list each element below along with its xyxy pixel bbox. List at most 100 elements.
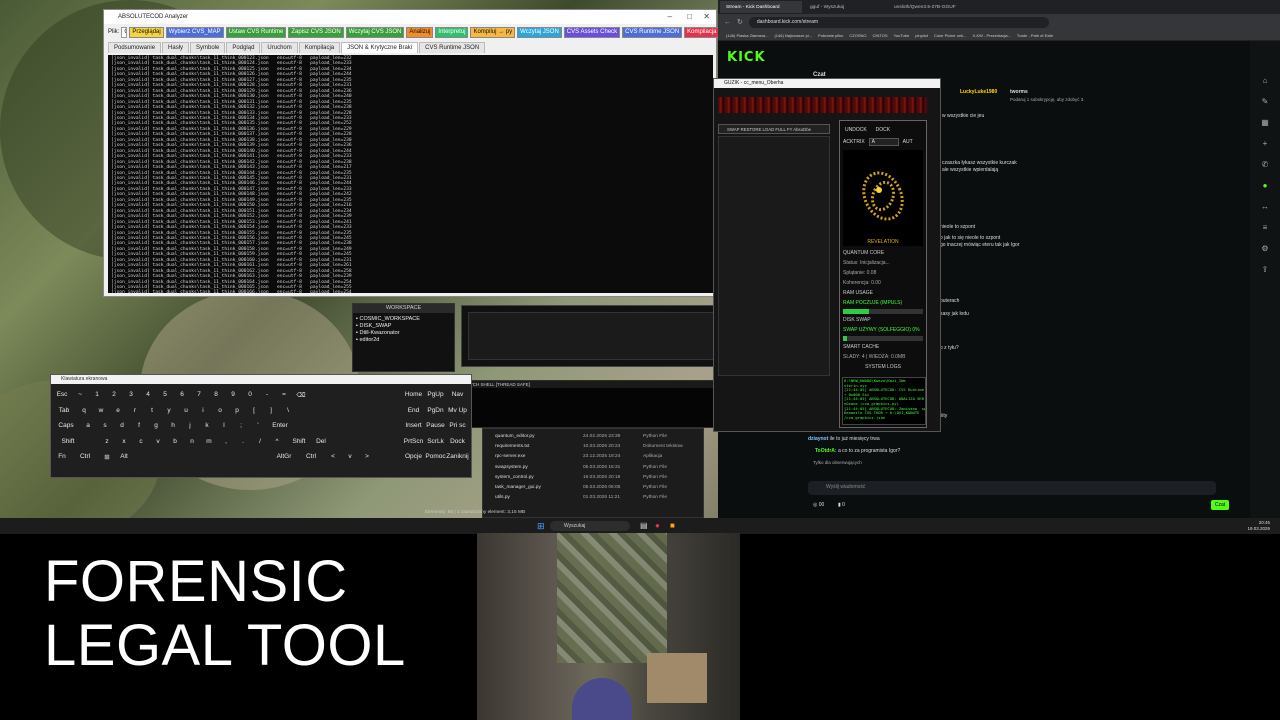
keyboard-key[interactable]: w <box>93 402 109 418</box>
toolbar-button[interactable]: Przeglądaj <box>129 26 164 38</box>
keyboard-key[interactable]: Enter <box>267 418 293 433</box>
keyboard-key[interactable]: 3 <box>123 387 139 402</box>
analyzer-tab[interactable]: Symbole <box>190 42 226 53</box>
keyboard-key[interactable]: Home <box>403 387 424 402</box>
keyboard-key[interactable]: p <box>229 402 245 418</box>
keyboard-key[interactable] <box>179 449 201 464</box>
keyboard-key[interactable]: Caps <box>53 418 79 433</box>
browser-tab[interactable]: unsloth/Qwen3.5-27B-GGUF <box>888 1 970 13</box>
keyboard-key[interactable]: 6 <box>174 387 190 402</box>
keyboard-key[interactable]: 1 <box>89 387 105 402</box>
keyboard-key[interactable]: 2 <box>106 387 122 402</box>
keyboard-key[interactable]: Mv Up <box>447 402 468 418</box>
explorer-taskbar-icon[interactable]: ▤ <box>640 521 648 530</box>
keyboard-key[interactable]: e <box>110 402 126 418</box>
keyboard-key[interactable]: g <box>148 418 164 433</box>
chat-send-button[interactable]: Czat <box>1211 500 1229 510</box>
pen-icon[interactable]: ✎ <box>1258 97 1272 107</box>
keyboard-key[interactable]: f <box>131 418 147 433</box>
toolbar-button[interactable]: CVS Runtime JSON <box>622 26 683 38</box>
keyboard-key[interactable]: 4 <box>140 387 156 402</box>
keyboard-key[interactable]: l <box>216 418 232 433</box>
keyboard-key[interactable]: o <box>212 402 228 418</box>
keyboard-key[interactable]: Pomoc <box>425 449 446 464</box>
analyzer-titlebar[interactable]: ABSOLUTECOD Analyzer – □ ✕ <box>104 10 716 24</box>
keyboard-key[interactable]: 8 <box>208 387 224 402</box>
keyboard-key[interactable]: ] <box>263 402 279 418</box>
keyboard-key[interactable]: j <box>182 418 198 433</box>
file-row[interactable]: rpc-server.exe 23.12.2025 18:24 Aplikacja <box>483 452 703 462</box>
workspace-item[interactable]: ▪ editor2d <box>356 337 451 344</box>
keyboard-key[interactable] <box>156 449 178 464</box>
file-row[interactable]: task_manager_gui.py 05.03.2026 06:05 Pytho… <box>483 482 703 492</box>
keyboard-key[interactable]: Shift <box>53 433 83 449</box>
file-row[interactable]: swapsystem.py 05.03.2026 16:31 Python File <box>483 462 703 472</box>
workspace-item[interactable]: ▪ Dtill-Kwazonator <box>356 330 451 337</box>
taskbar-clock[interactable]: 20:45 19.03.2026 <box>1247 520 1270 531</box>
keyboard-key[interactable] <box>225 449 247 464</box>
keyboard-key[interactable]: Zaniknij <box>446 449 469 464</box>
keyboard-key[interactable]: ScrLk <box>425 433 446 449</box>
keyboard-key[interactable]: ^ <box>269 433 285 449</box>
browser-tab[interactable]: gguf - Wyszukaj <box>804 1 886 13</box>
keyboard-key[interactable] <box>248 449 270 464</box>
keyboard-key[interactable]: c <box>133 433 149 449</box>
keyboard-key[interactable]: ~ <box>72 387 88 402</box>
keyboard-key[interactable]: . <box>235 433 251 449</box>
file-row[interactable]: quantum_editor.py 24.02.2026 23:39 Python … <box>483 431 703 441</box>
phone-icon[interactable]: ✆ <box>1258 160 1272 170</box>
keyboard-key[interactable]: > <box>359 449 375 464</box>
browser-tab[interactable]: Stream - Kick Dashboard <box>720 1 802 13</box>
keyboard-key[interactable]: \ <box>280 402 296 418</box>
bookmark[interactable]: X-KW - Prezentacja... <box>972 33 1010 38</box>
app-taskbar-icon[interactable]: ■ <box>670 521 675 530</box>
keyboard-key[interactable]: b <box>167 433 183 449</box>
keyboard-key[interactable] <box>297 402 313 418</box>
toolbar-button[interactable]: Analizuj <box>406 26 434 38</box>
keyboard-key[interactable]: z <box>99 433 115 449</box>
keyboard-key[interactable]: PgDn <box>425 402 446 418</box>
overlay-button-row[interactable]: SWAP RESTORE LOAD FULL FY AbsoDbe <box>718 124 830 134</box>
close-icon[interactable]: ✕ <box>703 12 710 21</box>
keyboard-key[interactable]: - <box>259 387 275 402</box>
bookmark[interactable]: Trade - Path of Exile <box>1017 33 1053 38</box>
keyboard-key[interactable]: PrtScn <box>403 433 424 449</box>
keyboard-key[interactable]: v <box>150 433 166 449</box>
keyboard-key[interactable]: x <box>116 433 132 449</box>
keyboard-key[interactable] <box>294 418 310 433</box>
chat-icon[interactable]: ● <box>1258 181 1272 191</box>
bookmark[interactable]: Color Picker onli... <box>934 33 966 38</box>
share-icon[interactable]: ⇪ <box>1258 265 1272 275</box>
file-row[interactable]: utils.py 01.03.2026 11:21 Python File <box>483 493 703 503</box>
bookmark[interactable]: pinpilot <box>915 33 928 38</box>
toolbar-button[interactable]: Kompiluj → py <box>470 26 516 38</box>
toolbar-button[interactable]: Zapisz CVS JSON <box>288 26 344 38</box>
file-row[interactable]: system_control.py 16.03.2026 20:18 Python … <box>483 472 703 482</box>
keyboard-key[interactable]: AltGr <box>271 449 297 464</box>
chrome-taskbar-icon[interactable]: ● <box>655 521 660 530</box>
keyboard-key[interactable]: Dock <box>447 433 468 449</box>
chat-user-2[interactable]: tworms <box>1010 89 1028 95</box>
toolbar-button[interactable]: Wybierz CVS_MAP <box>165 26 224 38</box>
keyboard-key[interactable]: Opcje <box>403 449 424 464</box>
keyboard-key[interactable] <box>84 433 98 449</box>
keyboard-key[interactable]: End <box>403 402 424 418</box>
back-icon[interactable]: ← <box>724 19 731 26</box>
chat-input[interactable]: Wyślij wiadomość <box>808 481 1216 495</box>
wrench-icon[interactable]: ⚙ <box>1258 244 1272 254</box>
chat-bottom2-user[interactable]: ToOtdrA: <box>815 448 837 454</box>
file-row[interactable]: requirements.txt 10.03.2026 20:24 Dokument… <box>483 441 703 451</box>
keyboard-key[interactable]: Tab <box>53 402 75 418</box>
bookmark[interactable]: CZOSNO <box>849 33 866 38</box>
keyboard-key[interactable]: i <box>195 402 211 418</box>
keyboard-key[interactable]: 0 <box>242 387 258 402</box>
chat-bottom1-user[interactable]: dziaynot <box>808 436 828 442</box>
bookmark[interactable]: YouTube <box>894 33 910 38</box>
home-icon[interactable]: ⌂ <box>1258 76 1272 86</box>
keyboard-key[interactable]: Pri sc <box>447 418 468 433</box>
keyboard-key[interactable]: Shift <box>286 433 312 449</box>
keyboard-key[interactable]: Pause <box>425 418 446 433</box>
analyzer-tab[interactable]: Podsumowanie <box>108 42 162 53</box>
keyboard-key[interactable]: 7 <box>191 387 207 402</box>
analyzer-tab[interactable]: Hasły <box>162 42 190 53</box>
